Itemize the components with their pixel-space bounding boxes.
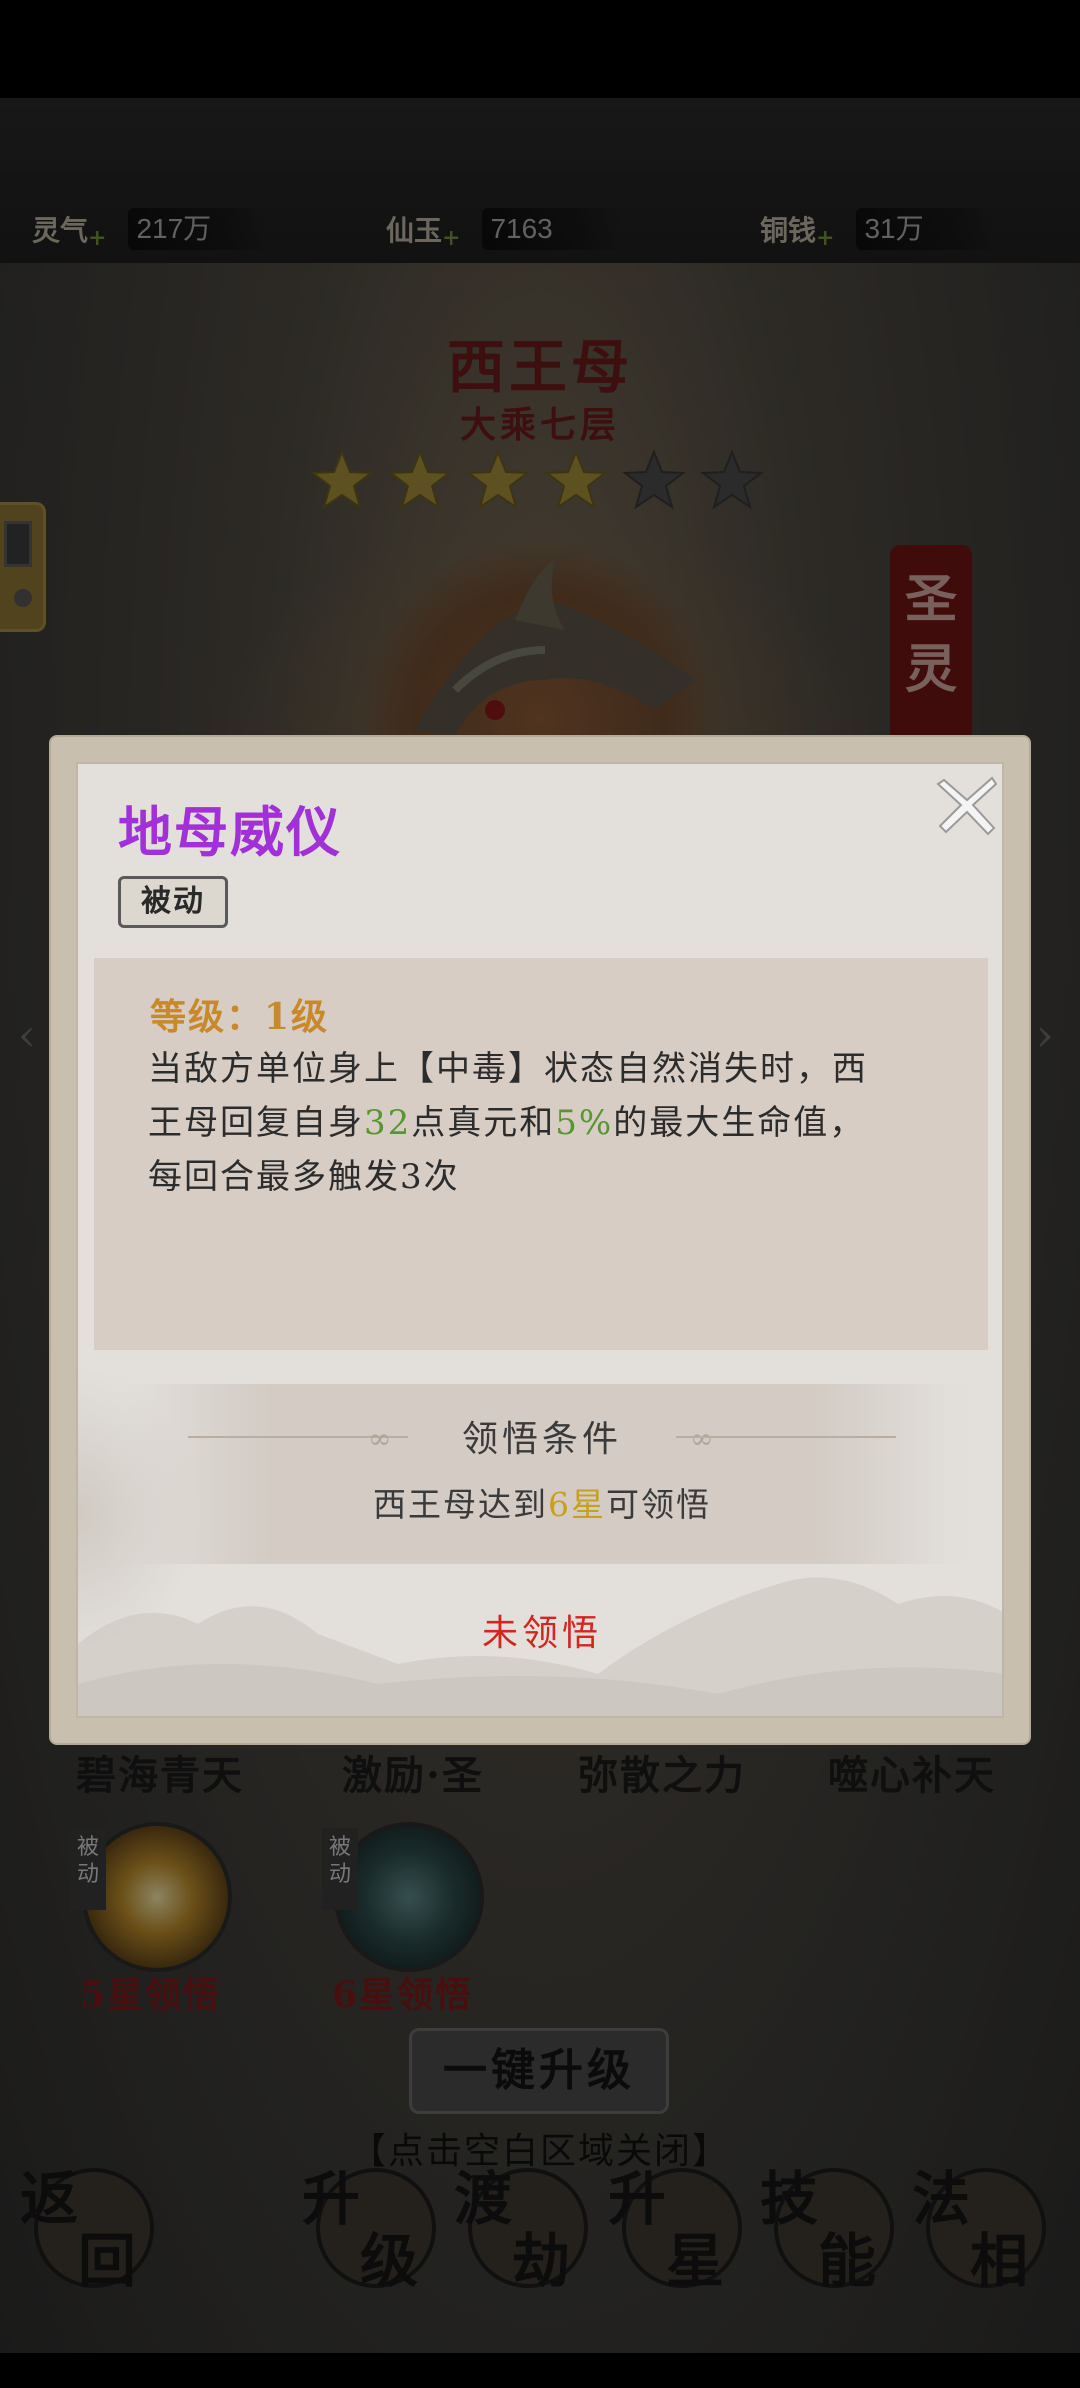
- cloud-ornament-icon: ∞: [690, 1422, 714, 1455]
- desc-text: 当敌方单位身上【中毒】状态自然消失时，西: [148, 1049, 868, 1089]
- desc-text: 每回合最多触发3次: [148, 1157, 460, 1197]
- game-screen: 灵气 + 217万 仙玉 + 7163 铜钱 + 31万 西王母 大乘七层 圣灵…: [0, 0, 1080, 2388]
- skill-description: 当敌方单位身上【中毒】状态自然消失时，西 王母回复自身32点真元和5%的最大生命…: [148, 1042, 948, 1204]
- comprehension-status: 未领悟: [481, 1613, 602, 1654]
- skill-title: 地母威仪: [118, 800, 342, 864]
- condition-stars: 6星: [548, 1485, 606, 1524]
- condition-part: 西王母达到: [373, 1485, 548, 1524]
- condition-part: 可领悟: [606, 1485, 711, 1524]
- desc-text: 王母回复自身: [148, 1103, 364, 1143]
- system-nav-bar: [0, 2353, 1080, 2388]
- skill-description-box: 等级：1级 当敌方单位身上【中毒】状态自然消失时，西 王母回复自身32点真元和5…: [94, 958, 988, 1350]
- status-bar: [0, 0, 1080, 98]
- desc-value: 32: [364, 1103, 412, 1143]
- desc-value: 5%: [555, 1103, 614, 1143]
- skill-level: 等级：1级: [150, 996, 330, 1038]
- divider: [676, 1436, 896, 1438]
- passive-badge: 被动: [118, 876, 228, 928]
- close-icon[interactable]: [934, 772, 1000, 838]
- condition-text: 西王母达到6星可领悟: [118, 1478, 966, 1526]
- desc-text: 点真元和: [411, 1103, 556, 1143]
- skill-modal: 地母威仪 被动 等级：1级 当敌方单位身上【中毒】状态自然消失时，西 王母回复自…: [76, 762, 1004, 1718]
- desc-text: 的最大生命值，: [613, 1103, 866, 1143]
